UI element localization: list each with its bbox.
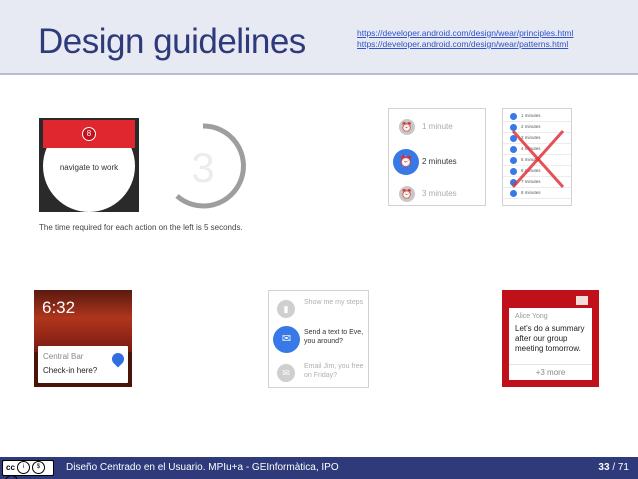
slide-title: Design guidelines [38,22,306,61]
action-label: Send a text to Eve, you around? [304,329,364,345]
picker-label: 2 minutes [422,157,457,166]
countdown-image: 3 [157,120,249,212]
message-card-image: Alice Yong Let's do a summary after our … [502,290,599,387]
picker-row: ⏰ 3 minutes [389,184,487,204]
notification-badge: 8 [82,127,96,141]
location-card-image: 6:32 Central Bar Check-in here? [34,290,132,387]
alarm-icon: ⏰ [393,149,419,175]
action-label: Show me my steps [304,299,364,306]
slide-header: Design guidelines https://developer.andr… [0,0,638,75]
link-principles[interactable]: https://developer.android.com/design/wea… [357,28,573,39]
slide-footer: cci$= Diseño Centrado en el Usuario. MPI… [0,457,638,479]
alarm-icon: ⏰ [399,119,415,135]
action-item: ✉ Email Jim, you free on Friday? [269,360,370,388]
steps-icon: ▮ [277,300,295,318]
location-pin-icon [109,350,127,368]
footer-text: Diseño Centrado en el Usuario. MPIu+a - … [66,462,339,473]
alarm-icon: ⏰ [399,186,415,202]
checkin-card: Central Bar Check-in here? [38,346,128,383]
message-text: Let's do a summary after our group meeti… [515,324,585,353]
reference-links: https://developer.android.com/design/wea… [357,28,573,50]
more-messages: +3 more [509,364,592,380]
watch-notification-image: 8 navigate to work [39,118,139,212]
picker-label: 1 minute [422,122,453,131]
picker-row-selected: ⏰ 2 minutes [389,149,487,175]
watch-face: 8 navigate to work [43,120,135,212]
picker-label: 3 minutes [422,189,457,198]
page-current: 33 [598,462,610,473]
sender-name: Alice Yong [515,313,548,320]
page-number: 33 / 71 [598,462,629,473]
red-cross-icon [511,130,565,188]
notification-text: navigate to work [59,163,119,172]
actions-card-image: ▮ Show me my steps ✉ Send a text to Eve,… [268,290,369,388]
cc-label: cc [6,463,15,472]
minutes-list-image: 1 minutes 2 minutes 3 minutes 4 minutes … [502,108,572,206]
clock-time: 6:32 [42,298,76,317]
action-label: Email Jim, you free on Friday? [304,363,364,379]
caption-text: The time required for each action on the… [39,223,243,232]
link-patterns[interactable]: https://developer.android.com/design/wea… [357,39,573,50]
countdown-digit: 3 [191,144,214,191]
action-item-selected: ✉ Send a text to Eve, you around? [269,326,370,354]
picker-row: ⏰ 1 minute [389,117,487,137]
place-name: Central Bar [43,352,84,361]
creative-commons-icon: cci$= [2,460,54,479]
minutes-picker-image: ⏰ 1 minute ⏰ 2 minutes ⏰ 3 minutes [388,108,486,206]
email-icon: ✉ [277,364,295,382]
message-body-card: Alice Yong Let's do a summary after our … [509,308,592,380]
action-item: ▮ Show me my steps [269,296,370,324]
page-total: / 71 [612,462,629,473]
checkin-prompt: Check-in here? [43,366,98,375]
envelope-icon [576,296,588,305]
message-icon: ✉ [273,326,300,353]
